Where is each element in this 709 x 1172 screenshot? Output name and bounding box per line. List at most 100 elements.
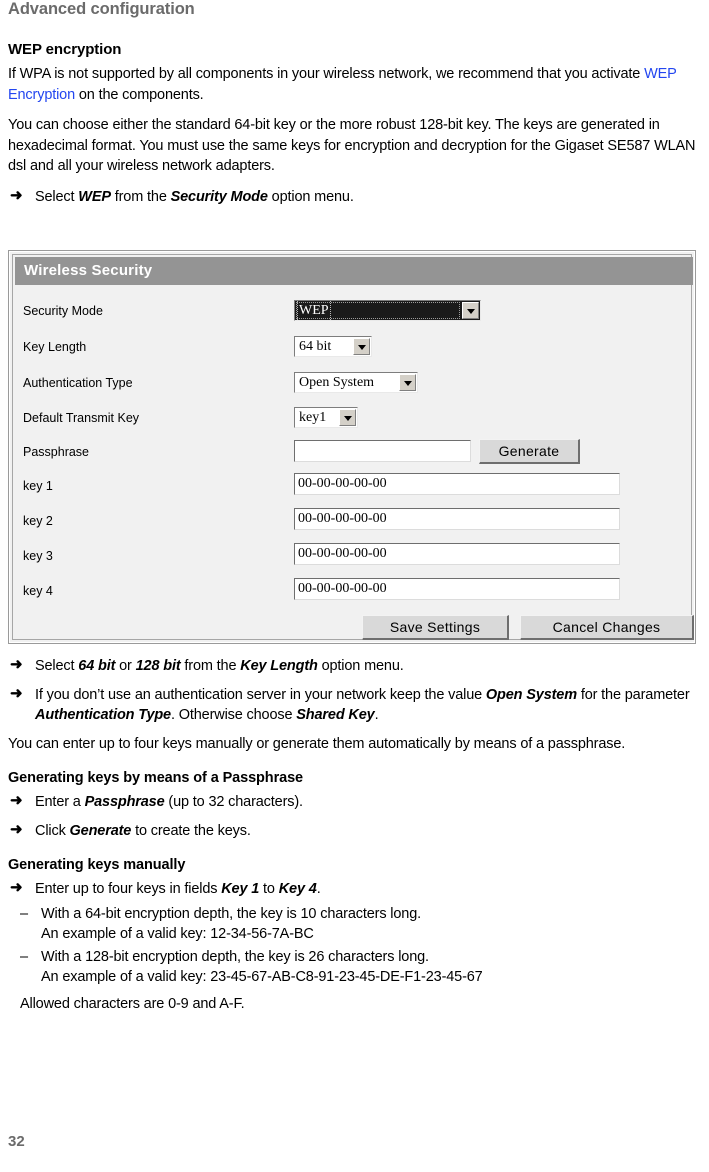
step-kl-emph-keylength: Key Length <box>240 658 318 674</box>
step-auth-emph-open-system: Open System <box>485 686 577 703</box>
step-auth-mid: for the parameter <box>576 686 690 703</box>
step-enter-passphrase: ➜ Enter a Passphrase (up to 32 characters… <box>8 792 701 813</box>
cancel-changes-button[interactable]: Cancel Changes <box>520 615 694 640</box>
step-kl-mid: or <box>115 658 136 674</box>
select-default-transmit-key[interactable]: key1 <box>294 407 358 428</box>
row-actions: Save Settings Cancel Changes <box>13 615 694 640</box>
dash-bullet-icon: – <box>20 905 28 922</box>
label-key-length: Key Length <box>23 340 87 354</box>
step-mk-post: . <box>316 881 321 897</box>
label-key-3: key 3 <box>23 549 53 563</box>
arrow-bullet-icon: ➜ <box>10 656 23 673</box>
step-gen-post: to create the keys. <box>131 822 251 839</box>
bullet-128bit-depth: – With a 128-bit encryption depth, the k… <box>8 947 701 988</box>
step-gen-pre: Click <box>35 822 70 839</box>
step-text-pre: Select <box>35 188 79 205</box>
select-security-mode-value: WEP <box>297 301 331 320</box>
select-authentication-type[interactable]: Open System <box>294 372 418 393</box>
page-number: 32 <box>8 1133 25 1150</box>
save-settings-button[interactable]: Save Settings <box>362 615 509 640</box>
step-click-generate: ➜ Click Generate to create the keys. <box>8 821 701 842</box>
step-auth-emph-auth-type: Authentication Type <box>35 707 171 723</box>
select-security-mode[interactable]: WEP <box>294 300 481 321</box>
wireless-security-screenshot: Wireless Security Security Mode WEP Key … <box>8 250 696 644</box>
body-content-top: WEP encryption If WPA is not supported b… <box>8 41 701 215</box>
passphrase-input[interactable] <box>294 440 471 462</box>
panel-title: Wireless Security <box>15 257 693 285</box>
step-enter-keys: ➜ Enter up to four keys in fields Key 1 t… <box>8 879 701 900</box>
passphrase-section-heading: Generating keys by means of a Passphrase <box>8 770 303 786</box>
label-authentication-type: Authentication Type <box>23 376 133 390</box>
step-emph-security-mode: Security Mode <box>170 188 268 205</box>
label-passphrase: Passphrase <box>23 445 90 459</box>
step-text-post: option menu. <box>267 188 354 205</box>
step-mk-emph-key1: Key 1 <box>221 881 260 897</box>
step-text-mid: from the <box>110 188 171 205</box>
step-auth-pre: If you don’t use an authentication serve… <box>35 686 486 703</box>
body-content-bottom: ➜ Select 64 bit or 128 bit from the Key L… <box>8 656 701 1014</box>
manual-page: Advanced configuration WEP encryption If… <box>0 0 709 1172</box>
arrow-bullet-icon: ➜ <box>10 792 23 809</box>
step-kl-pre: Select <box>35 658 79 674</box>
step-kl-emph-64: 64 bit <box>78 658 116 674</box>
intro-paragraph: If WPA is not supported by all component… <box>8 64 701 105</box>
running-head: Advanced configuration <box>8 0 195 18</box>
select-key-length[interactable]: 64 bit <box>294 336 372 357</box>
row-passphrase: Passphrase Generate <box>13 439 691 464</box>
select-authentication-type-value: Open System <box>299 375 375 390</box>
arrow-bullet-icon: ➜ <box>10 684 23 702</box>
step-gen-emph-generate: Generate <box>69 822 132 839</box>
step-kl-emph-128: 128 bit <box>135 658 181 674</box>
row-default-transmit-key: Default Transmit Key key1 <box>13 407 691 430</box>
intro-text-after-link: on the components. <box>75 86 204 103</box>
step-select-wep: ➜ Select WEP from the Security Mode optio… <box>8 187 701 208</box>
label-key-2: key 2 <box>23 514 53 528</box>
chevron-down-icon[interactable] <box>353 338 370 355</box>
generate-button[interactable]: Generate <box>479 439 580 464</box>
label-key-1: key 1 <box>23 479 53 493</box>
row-key-length: Key Length 64 bit <box>13 336 691 359</box>
step-pp-emph-passphrase: Passphrase <box>84 794 165 810</box>
bullet-64bit-line1: With a 64-bit encryption depth, the key … <box>41 905 421 922</box>
label-security-mode: Security Mode <box>23 304 103 318</box>
chevron-down-icon[interactable] <box>399 374 416 391</box>
chevron-down-icon[interactable] <box>339 409 356 426</box>
step-kl-mid2: from the <box>180 658 241 674</box>
bullet-128bit-line2: An example of a valid key: 23-45-67-AB-C… <box>41 969 483 985</box>
step-emph-wep: WEP <box>78 188 111 205</box>
step-auth-post: . <box>374 707 379 723</box>
row-authentication-type: Authentication Type Open System <box>13 372 691 395</box>
row-key-1: key 1 00-00-00-00-00 <box>13 473 691 498</box>
dash-bullet-icon: – <box>20 948 28 965</box>
step-authentication: ➜ If you don’t use an authentication serv… <box>8 685 701 726</box>
arrow-bullet-icon: ➜ <box>10 820 23 838</box>
arrow-bullet-icon: ➜ <box>10 186 23 204</box>
keys-paragraph: You can choose either the standard 64-bi… <box>8 117 696 174</box>
bullet-64bit-line2: An example of a valid key: 12-34-56-7A-B… <box>41 926 314 942</box>
key-1-input[interactable]: 00-00-00-00-00 <box>294 473 620 495</box>
key-3-input[interactable]: 00-00-00-00-00 <box>294 543 620 565</box>
screenshot-inner-frame: Wireless Security Security Mode WEP Key … <box>12 254 694 640</box>
step-mk-pre: Enter up to four keys in fields <box>35 881 222 897</box>
row-key-3: key 3 00-00-00-00-00 <box>13 543 691 568</box>
four-keys-note: You can enter up to four keys manually o… <box>8 735 626 752</box>
section-heading: WEP encryption <box>8 41 122 58</box>
bullet-64bit-depth: – With a 64-bit encryption depth, the ke… <box>8 904 701 945</box>
key-2-input[interactable]: 00-00-00-00-00 <box>294 508 620 530</box>
step-mk-mid: to <box>259 881 279 897</box>
intro-text-before-link: If WPA is not supported by all component… <box>8 66 645 82</box>
step-auth-mid2: . Otherwise choose <box>170 707 297 723</box>
step-kl-post: option menu. <box>317 658 404 674</box>
select-default-transmit-key-value: key1 <box>299 410 327 425</box>
label-default-transmit-key: Default Transmit Key <box>23 411 140 425</box>
manual-section-heading: Generating keys manually <box>8 857 186 873</box>
step-pp-post: (up to 32 characters). <box>164 794 303 810</box>
allowed-characters-note: Allowed characters are 0-9 and A-F. <box>20 995 245 1012</box>
step-key-length: ➜ Select 64 bit or 128 bit from the Key L… <box>8 656 701 677</box>
label-key-4: key 4 <box>23 584 53 598</box>
step-mk-emph-key4: Key 4 <box>278 881 317 897</box>
step-auth-emph-shared-key: Shared Key <box>296 707 375 723</box>
step-pp-pre: Enter a <box>35 794 85 810</box>
key-4-input[interactable]: 00-00-00-00-00 <box>294 578 620 600</box>
chevron-down-icon[interactable] <box>462 302 479 319</box>
